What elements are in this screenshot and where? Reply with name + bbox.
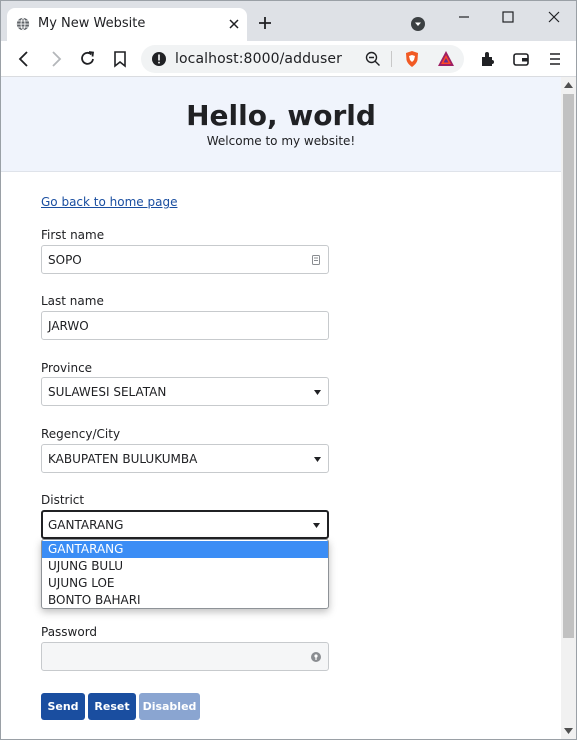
brave-rewards-icon[interactable] <box>437 50 455 68</box>
province-label: Province <box>41 361 93 375</box>
page-viewport: Hello, world Welcome to my website! Go b… <box>1 77 561 739</box>
key-icon[interactable] <box>310 651 322 663</box>
reset-button[interactable]: Reset <box>88 693 136 720</box>
regency-value: KABUPATEN BULUKUMBA <box>48 452 198 466</box>
back-arrow-icon[interactable] <box>14 49 34 69</box>
tab-search-icon[interactable] <box>410 16 426 32</box>
close-tab-icon[interactable] <box>226 16 242 32</box>
page-subtitle: Welcome to my website! <box>206 134 356 148</box>
autofill-icon[interactable] <box>310 254 322 266</box>
send-button[interactable]: Send <box>41 693 85 720</box>
district-label: District <box>41 493 85 507</box>
tab-title: My New Website <box>38 16 146 31</box>
page-title: Hello, world <box>186 99 376 132</box>
forward-arrow-icon[interactable] <box>46 49 66 69</box>
omnibox-divider <box>391 51 392 67</box>
hero-header: Hello, world Welcome to my website! <box>1 77 561 172</box>
province-value: SULAWESI SELATAN <box>48 385 167 399</box>
chevron-down-icon <box>314 457 321 462</box>
first-name-input[interactable]: SOPO <box>41 245 329 274</box>
zoom-icon[interactable] <box>365 51 381 67</box>
first-name-value: SOPO <box>48 253 82 267</box>
last-name-label: Last name <box>41 294 104 308</box>
tab-my-new-website[interactable]: My New Website <box>7 8 247 41</box>
brave-shields-icon[interactable] <box>403 50 421 68</box>
scrollbar-thumb[interactable] <box>563 94 574 638</box>
chevron-down-icon <box>313 523 320 528</box>
maximize-icon[interactable] <box>499 9 517 25</box>
scroll-up-icon[interactable] <box>564 82 573 88</box>
district-option[interactable]: UJUNG BULU <box>42 558 328 575</box>
globe-icon <box>16 17 30 31</box>
regency-select[interactable]: KABUPATEN BULUKUMBA <box>41 444 329 473</box>
district-option[interactable]: GANTARANG <box>42 541 328 558</box>
tab-strip: My New Website <box>1 1 576 41</box>
bookmark-icon[interactable] <box>110 49 130 69</box>
wallet-icon[interactable] <box>511 49 531 69</box>
province-select[interactable]: SULAWESI SELATAN <box>41 377 329 406</box>
minimize-icon[interactable] <box>455 9 473 25</box>
password-input[interactable] <box>41 642 329 671</box>
district-value: GANTARANG <box>48 518 124 532</box>
vertical-scrollbar[interactable] <box>561 77 576 739</box>
chevron-down-icon <box>314 390 321 395</box>
district-option[interactable]: BONTO BAHARI <box>42 592 328 609</box>
close-window-icon[interactable] <box>545 9 563 25</box>
url-text[interactable]: localhost:8000/adduser <box>175 51 342 67</box>
first-name-label: First name <box>41 228 105 242</box>
address-bar[interactable]: localhost:8000/adduser <box>141 45 464 73</box>
password-label: Password <box>41 625 98 639</box>
last-name-input[interactable]: JARWO <box>41 311 329 340</box>
browser-toolbar: localhost:8000/adduser <box>1 41 576 77</box>
disabled-button: Disabled <box>139 693 200 720</box>
new-tab-icon[interactable] <box>257 15 273 31</box>
district-select[interactable]: GANTARANG <box>41 510 329 539</box>
district-options-list: GANTARANG UJUNG BULU UJUNG LOE BONTO BAH… <box>41 539 329 609</box>
district-option[interactable]: UJUNG LOE <box>42 575 328 592</box>
extensions-icon[interactable] <box>478 49 498 69</box>
menu-icon[interactable] <box>545 49 565 69</box>
site-info-icon[interactable] <box>151 51 167 67</box>
scroll-down-icon[interactable] <box>564 728 573 734</box>
reload-icon[interactable] <box>78 49 98 69</box>
back-home-link[interactable]: Go back to home page <box>41 195 177 209</box>
regency-label: Regency/City <box>41 427 121 441</box>
last-name-value: JARWO <box>48 319 89 333</box>
browser-window: My New Website localhost:8000/adduser He… <box>0 0 577 740</box>
